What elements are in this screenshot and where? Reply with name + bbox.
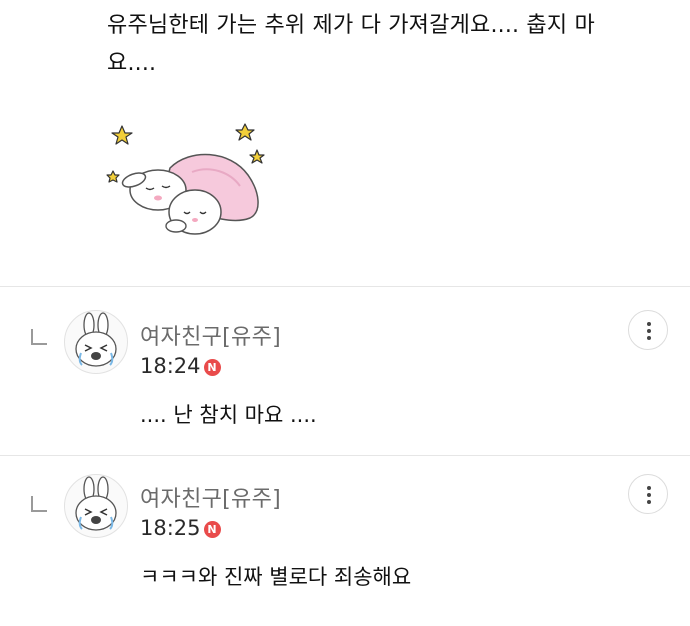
avatar[interactable] — [64, 310, 128, 374]
kebab-dot — [647, 493, 651, 497]
kebab-dot — [647, 336, 651, 340]
time-text: 18:25 — [140, 516, 201, 540]
timestamp: 18:25 N — [140, 516, 221, 540]
parent-comment: 유주님한테 가는 추위 제가 다 가져갈게요.... 춥지 마요.... — [0, 0, 690, 286]
new-badge: N — [203, 359, 221, 376]
time-text: 18:24 — [140, 354, 201, 378]
reply-indent-icon — [31, 329, 47, 345]
kebab-menu-icon — [647, 486, 651, 490]
kebab-dot — [647, 500, 651, 504]
crying-bunny-avatar-icon — [75, 312, 117, 367]
avatar[interactable] — [64, 474, 128, 538]
kebab-dot — [647, 329, 651, 333]
comment-text: .... 난 참치 마요 .... — [140, 403, 317, 427]
reply-comment: 여자친구[유주] 18:24 N .... 난 참치 마요 .... — [0, 287, 690, 457]
kebab-menu-icon — [647, 322, 651, 326]
reply-comment: 여자친구[유주] 18:25 N ㅋㅋㅋ와 진짜 별로다 죄송해요 — [0, 456, 690, 626]
comment-text: 유주님한테 가는 추위 제가 다 가져갈게요.... 춥지 마요.... — [107, 13, 595, 76]
reply-indent-icon — [31, 496, 47, 512]
more-options-button[interactable] — [628, 474, 668, 514]
new-badge: N — [203, 521, 221, 538]
nickname[interactable]: 여자친구[유주] — [140, 481, 281, 513]
timestamp: 18:24 N — [140, 354, 221, 378]
crying-bunny-avatar-icon — [75, 476, 117, 531]
comment-text: ㅋㅋㅋ와 진짜 별로다 죄송해요 — [140, 565, 412, 589]
more-options-button[interactable] — [628, 310, 668, 350]
sleeping-bunny-sticker — [106, 123, 265, 235]
nickname[interactable]: 여자친구[유주] — [140, 319, 281, 351]
